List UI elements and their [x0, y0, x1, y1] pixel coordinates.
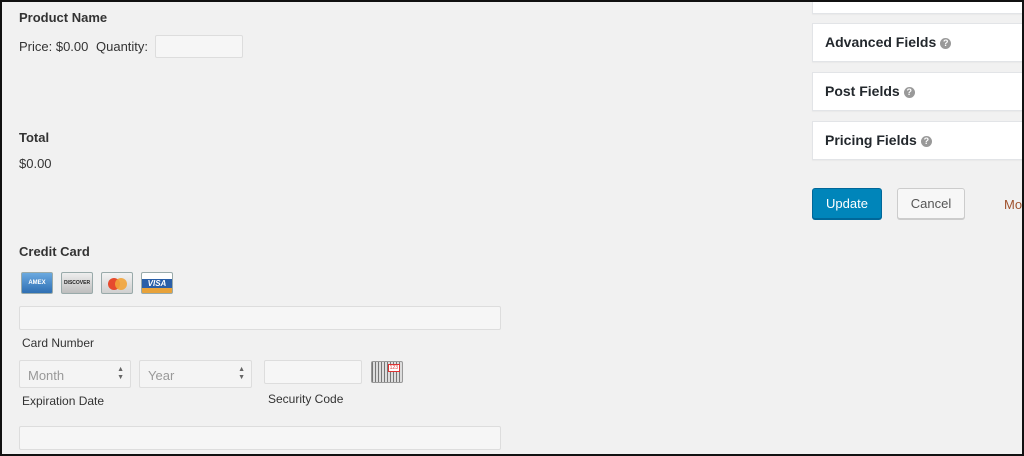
security-code-input[interactable] — [264, 360, 362, 384]
discover-card-icon: DISCOVER — [61, 272, 93, 294]
visa-card-icon: VISA — [141, 272, 173, 294]
section-title: Advanced Fields? — [825, 34, 952, 50]
field-section-panel-top — [812, 0, 1024, 14]
expiration-month-select[interactable]: Month ▲ ▼ — [19, 360, 131, 388]
quantity-input[interactable] — [155, 35, 243, 58]
card-number-input[interactable] — [19, 306, 501, 330]
help-icon[interactable]: ? — [940, 38, 952, 49]
more-link[interactable]: Mo — [1004, 197, 1024, 212]
expiration-year-select[interactable]: Year ▲ ▼ — [139, 360, 252, 388]
amex-card-icon: AMEX — [21, 272, 53, 294]
security-code-card-icon: 123 — [371, 361, 403, 383]
year-select-value: Year — [148, 368, 175, 383]
expiration-date-label: Expiration Date — [22, 394, 105, 408]
update-button[interactable]: Update — [812, 188, 882, 219]
mastercard-card-icon — [101, 272, 133, 294]
section-title: Post Fields? — [825, 83, 915, 99]
select-arrows-icon: ▲ ▼ — [117, 366, 124, 381]
pricing-fields-section[interactable]: Pricing Fields? — [812, 121, 1024, 160]
card-number-label: Card Number — [22, 336, 95, 350]
select-arrows-icon: ▲ ▼ — [238, 366, 245, 381]
post-fields-section[interactable]: Post Fields? — [812, 72, 1024, 111]
section-title: Pricing Fields? — [825, 132, 932, 148]
cardholder-name-input[interactable] — [19, 426, 501, 450]
product-name-label: Product Name — [19, 10, 108, 25]
price-text: Price: $0.00 — [19, 39, 89, 54]
total-label: Total — [19, 130, 50, 145]
total-value: $0.00 — [19, 156, 52, 171]
help-icon[interactable]: ? — [903, 87, 915, 98]
quantity-label: Quantity: — [96, 39, 149, 54]
advanced-fields-section[interactable]: Advanced Fields? — [812, 23, 1024, 62]
help-icon[interactable]: ? — [920, 136, 932, 147]
month-select-value: Month — [28, 368, 65, 383]
cancel-button[interactable]: Cancel — [897, 188, 965, 219]
security-code-label: Security Code — [268, 392, 344, 406]
credit-card-label: Credit Card — [19, 244, 90, 259]
